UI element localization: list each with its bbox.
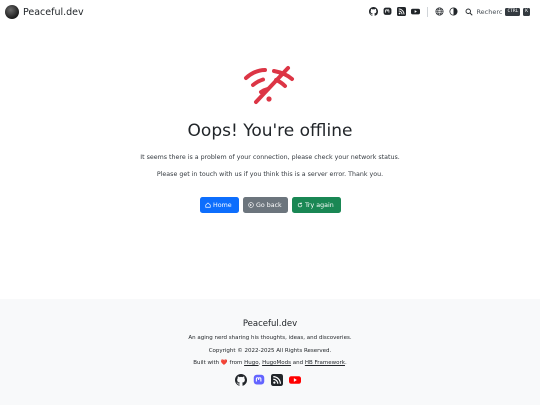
- try-again-button-label: Try again: [305, 201, 334, 209]
- action-buttons: Home Go back Try again: [200, 197, 341, 213]
- rss-icon[interactable]: [271, 374, 283, 386]
- theme-toggle-icon[interactable]: [449, 7, 458, 16]
- search-placeholder: Rechercher: [476, 7, 503, 16]
- search-icon: [465, 8, 474, 16]
- social-links: [235, 374, 301, 386]
- mastodon-icon[interactable]: [383, 7, 392, 16]
- page-title: Oops! You're offline: [187, 121, 353, 141]
- kbd-ctrl: CTRL: [505, 7, 521, 16]
- offline-message: It seems there is a problem of your conn…: [140, 154, 400, 161]
- footer-built-with: Built with ❤️ from Hugo, HugoMods and HB…: [193, 360, 347, 366]
- youtube-icon[interactable]: [411, 7, 421, 16]
- built-and-text: and: [292, 360, 304, 366]
- footer-copyright: Copyright © 2022-2025 All Rights Reserve…: [208, 348, 332, 354]
- brand-title: Peaceful.dev: [23, 6, 84, 18]
- refresh-icon: [297, 202, 303, 208]
- language-icon[interactable]: [435, 7, 444, 16]
- youtube-icon[interactable]: [289, 374, 301, 386]
- arrow-left-circle-icon: [248, 202, 254, 208]
- home-button-label: Home: [213, 201, 232, 209]
- footer: Peaceful.dev An aging nerd sharing his t…: [0, 299, 540, 405]
- heart-icon: ❤️: [220, 360, 228, 366]
- wifi-off-icon: [244, 66, 294, 104]
- brand-link[interactable]: Peaceful.dev: [5, 5, 84, 19]
- footer-tagline: An aging nerd sharing his thoughts, idea…: [188, 335, 352, 341]
- avatar: [5, 5, 19, 19]
- kbd-k: K: [523, 7, 530, 16]
- hb-framework-link[interactable]: HB Framework: [305, 360, 345, 366]
- rss-icon[interactable]: [397, 7, 407, 16]
- github-icon[interactable]: [235, 374, 247, 386]
- home-icon: [205, 202, 211, 208]
- contact-message: Please get in touch with us if you think…: [156, 171, 384, 178]
- footer-title: Peaceful.dev: [242, 319, 298, 329]
- nav-actions: Rechercher CTRL K: [369, 5, 532, 18]
- go-back-button-label: Go back: [256, 201, 282, 209]
- home-button[interactable]: Home: [200, 197, 239, 213]
- built-with-text: Built with: [193, 360, 220, 366]
- mastodon-icon[interactable]: [253, 374, 265, 386]
- try-again-button[interactable]: Try again: [292, 197, 341, 213]
- hugo-link[interactable]: Hugo: [244, 360, 258, 366]
- built-from-text: from: [229, 360, 243, 366]
- divider: [427, 6, 429, 17]
- github-icon[interactable]: [369, 7, 379, 16]
- navbar: Peaceful.dev Rechercher CTRL K: [0, 0, 540, 24]
- hugomods-link[interactable]: HugoMods: [262, 360, 291, 366]
- search-button[interactable]: Rechercher CTRL K: [463, 5, 532, 18]
- go-back-button[interactable]: Go back: [243, 197, 288, 213]
